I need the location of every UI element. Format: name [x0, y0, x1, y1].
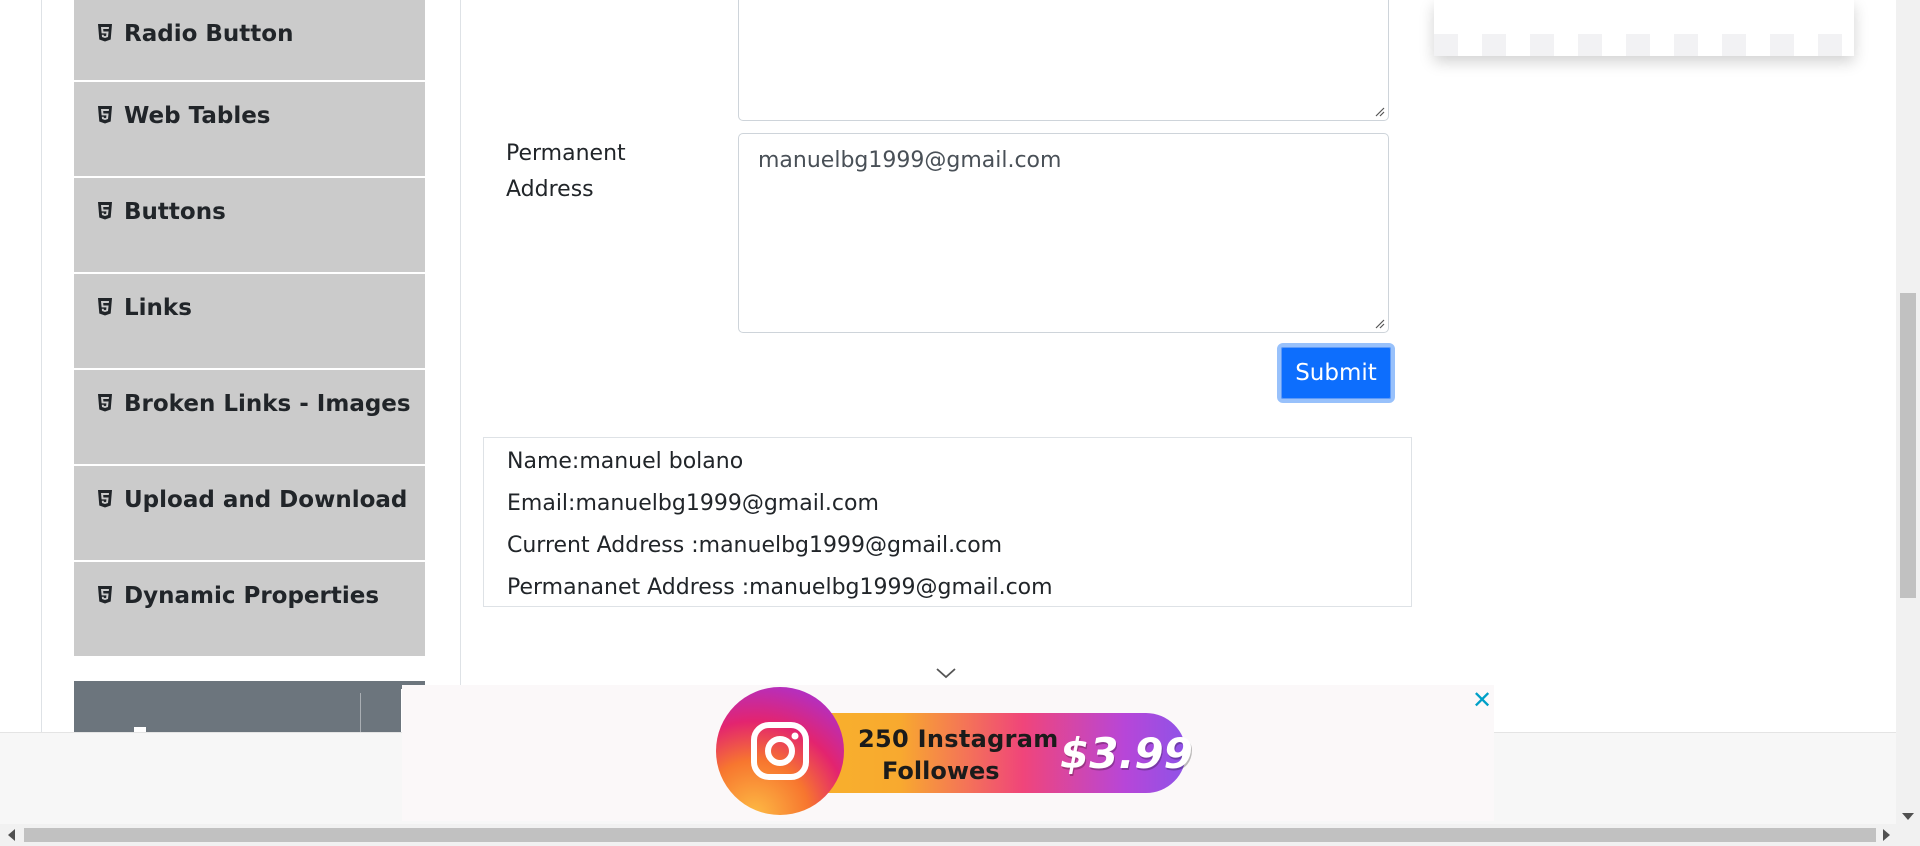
ad-inner	[1454, 0, 1820, 34]
ad-line1: 250 Instagram	[858, 725, 1059, 753]
ad-pattern	[1434, 34, 1854, 56]
content-border	[460, 0, 461, 685]
ad-line2: Followes	[882, 757, 1000, 785]
sidebar-item-dynamic-properties[interactable]: Dynamic Properties	[74, 562, 425, 658]
instagram-logo-icon	[716, 687, 844, 815]
html5-icon	[96, 201, 114, 221]
instagram-ad-banner[interactable]: 250 Instagram Followes $3.99	[716, 687, 1193, 815]
html5-icon	[96, 297, 114, 317]
html5-icon	[96, 23, 114, 43]
scroll-right-icon[interactable]	[1883, 829, 1890, 841]
sidebar-item-upload-download[interactable]: Upload and Download	[74, 466, 425, 562]
sidebar-item-label: Dynamic Properties	[124, 583, 380, 609]
output-permanent-address: Permananet Address :manuelbg1999@gmail.c…	[507, 575, 1053, 600]
scroll-left-icon[interactable]	[8, 829, 15, 841]
top-right-ad[interactable]	[1434, 0, 1854, 56]
chevron-down-icon[interactable]	[935, 666, 957, 680]
html5-icon	[96, 585, 114, 605]
sidebar-item-links[interactable]: Links	[74, 274, 425, 370]
resize-grip-icon[interactable]	[1373, 105, 1385, 117]
output-current-address: Current Address :manuelbg1999@gmail.com	[507, 533, 1003, 558]
output-panel: Name:manuel bolano Email:manuelbg1999@gm…	[483, 437, 1412, 607]
permanent-address-textarea[interactable]: manuelbg1999@gmail.com	[738, 133, 1389, 333]
ad-price: $3.99	[1060, 729, 1193, 778]
sidebar-item-buttons[interactable]: Buttons	[74, 178, 425, 274]
output-name: Name:manuel bolano	[507, 449, 744, 474]
horizontal-scrollbar[interactable]	[0, 824, 1920, 846]
html5-icon	[96, 489, 114, 509]
sidebar-item-radio-button[interactable]: Radio Button	[74, 0, 425, 82]
sidebar-item-label: Buttons	[124, 199, 226, 225]
sidebar-group-header[interactable]	[74, 681, 425, 732]
group-divider	[360, 693, 361, 732]
horizontal-scroll-thumb[interactable]	[24, 828, 1876, 842]
sidebar-item-broken-links[interactable]: Broken Links - Images	[74, 370, 425, 466]
permanent-address-value: manuelbg1999@gmail.com	[758, 148, 1062, 173]
submit-button[interactable]: Submit	[1277, 343, 1395, 403]
scroll-down-icon[interactable]	[1902, 813, 1914, 820]
close-icon[interactable]: ✕	[1470, 688, 1494, 712]
output-email: Email:manuelbg1999@gmail.com	[507, 491, 879, 516]
sidebar-item-label: Web Tables	[124, 103, 271, 129]
sidebar-item-label: Radio Button	[124, 21, 294, 47]
sidebar-item-web-tables[interactable]: Web Tables	[74, 82, 425, 178]
left-border	[41, 0, 42, 732]
vertical-scrollbar[interactable]	[1896, 0, 1920, 824]
vertical-scroll-thumb[interactable]	[1900, 293, 1916, 598]
sidebar-item-label: Upload and Download	[124, 487, 408, 513]
resize-grip-icon[interactable]	[1373, 317, 1385, 329]
current-address-textarea[interactable]	[738, 0, 1389, 121]
sidebar-item-label: Broken Links - Images	[124, 391, 411, 417]
sidebar-menu: Radio Button Web Tables Buttons Links Br…	[74, 0, 425, 658]
sidebar-item-label: Links	[124, 295, 192, 321]
html5-icon	[96, 393, 114, 413]
html5-icon	[96, 105, 114, 125]
permanent-address-label: Permanent Address	[506, 141, 626, 202]
